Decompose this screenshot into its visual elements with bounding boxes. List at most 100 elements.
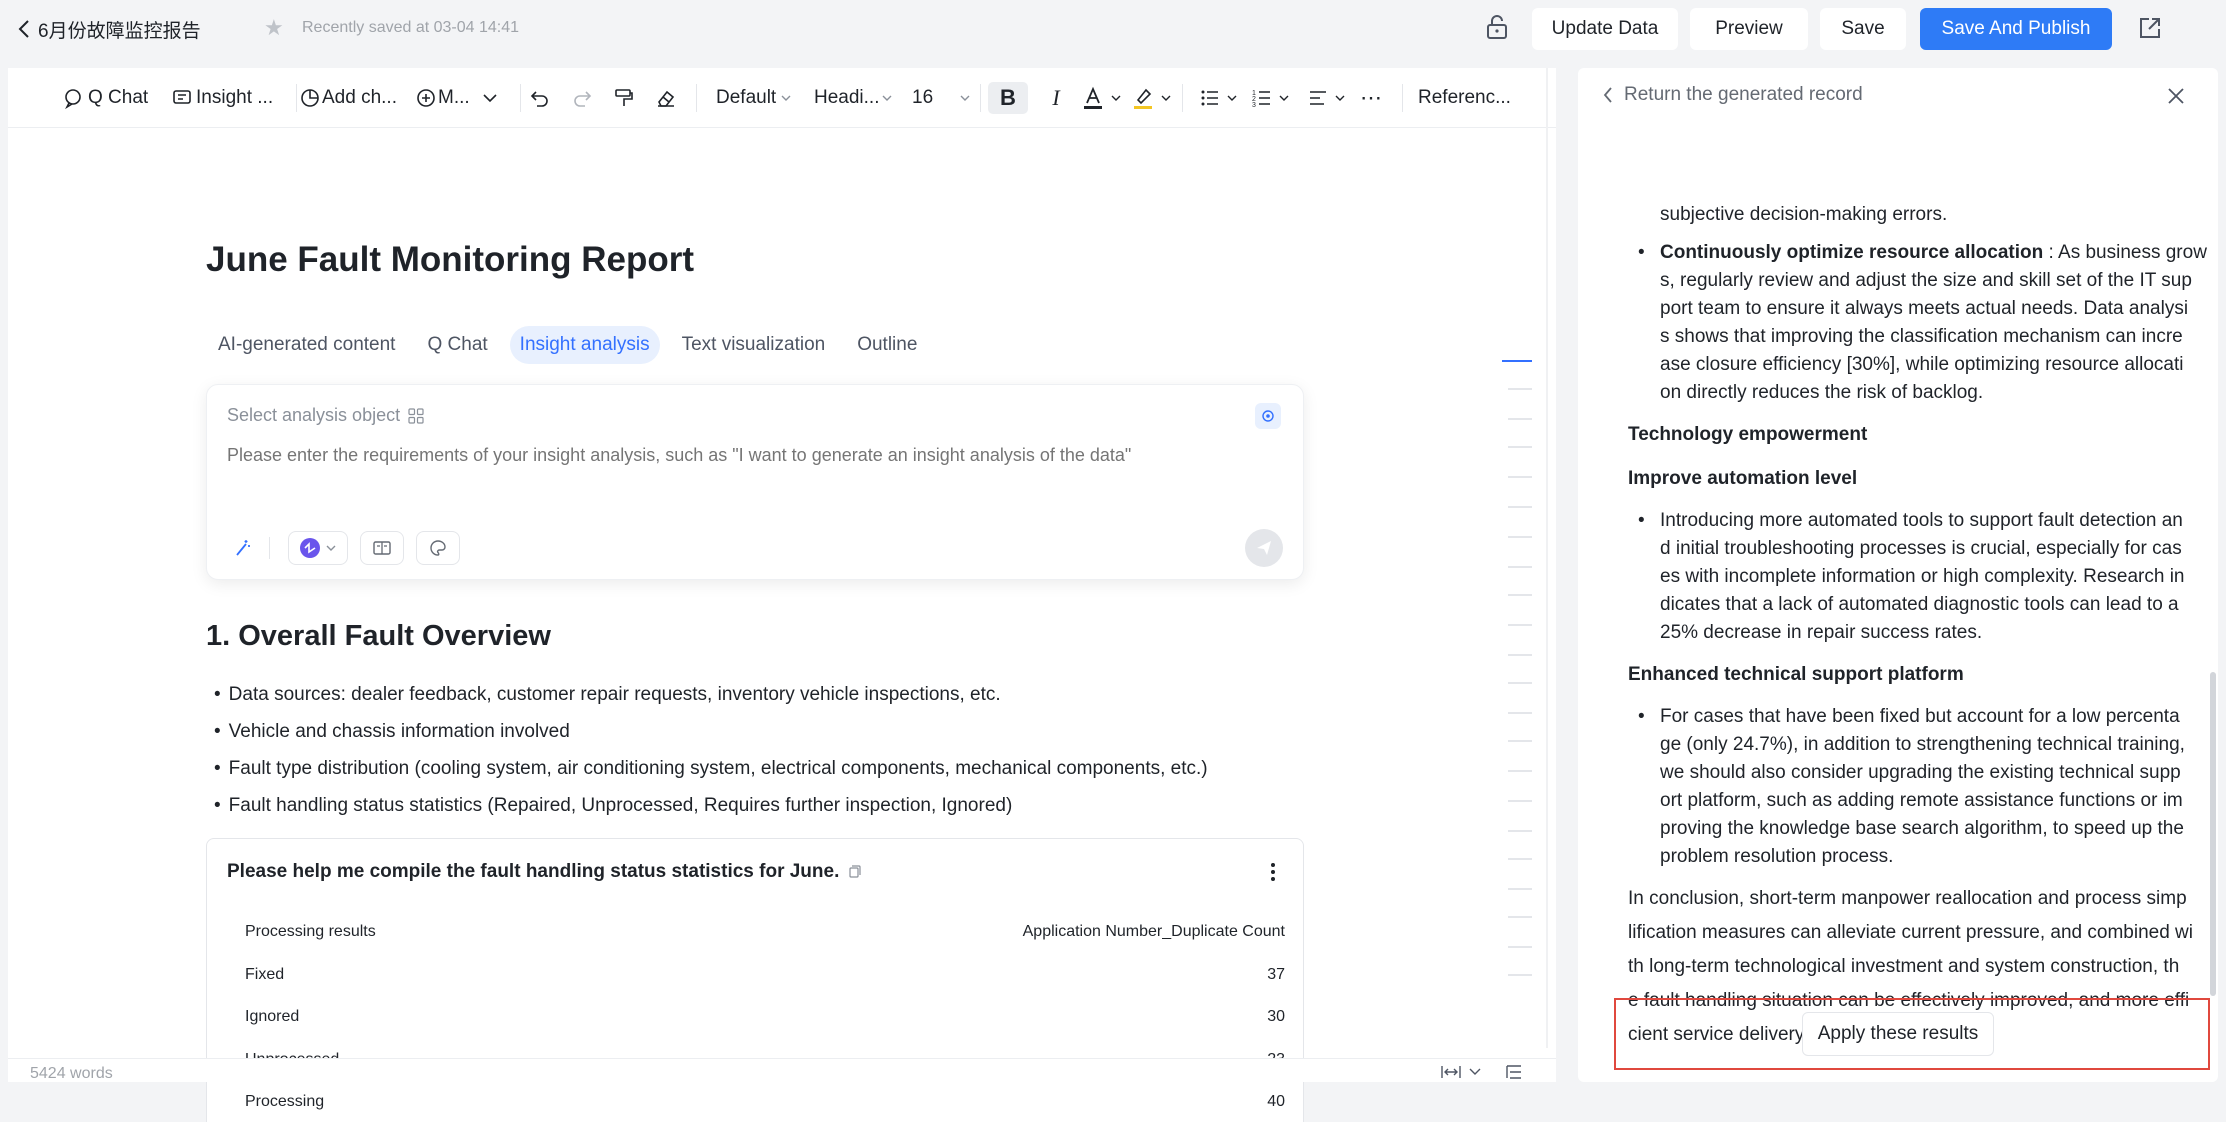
list-item[interactable]: Data sources: dealer feedback, customer … [214, 676, 1208, 713]
panel-scrollbar-thumb[interactable] [2210, 672, 2216, 996]
magic-wand-icon[interactable] [227, 531, 257, 565]
insight-requirements-input[interactable] [227, 445, 1287, 466]
select-analysis-object[interactable]: Select analysis object [227, 405, 424, 426]
more-insert-tool[interactable]: M... [414, 82, 500, 114]
tab-ai-generated[interactable]: AI-generated content [208, 326, 405, 364]
align-icon[interactable] [1306, 82, 1346, 114]
insight-tool[interactable]: Insight ... [170, 82, 273, 114]
outline-mark[interactable] [1508, 712, 1532, 714]
outline-mark[interactable] [1508, 740, 1532, 742]
tab-outline[interactable]: Outline [847, 326, 927, 364]
outline-mark[interactable] [1508, 388, 1532, 390]
editor-panel: Q Chat Insight ... Add ch... M... Defaul… [8, 68, 1556, 1122]
document-name[interactable]: 6月份故障监控报告 [38, 16, 201, 43]
outline-mark[interactable] [1508, 974, 1532, 976]
close-icon[interactable] [2164, 84, 2188, 108]
settings-icon[interactable] [1255, 403, 1281, 429]
highlight-icon[interactable] [1132, 82, 1172, 114]
save-button[interactable]: Save [1820, 8, 1906, 50]
chevron-down-icon [1335, 95, 1345, 101]
svg-text:3: 3 [1252, 102, 1256, 109]
outline-mark[interactable] [1508, 770, 1532, 772]
chevron-down-icon[interactable] [1468, 1065, 1482, 1079]
back-chevron-icon[interactable] [12, 16, 36, 42]
insight-card-tools [227, 531, 472, 565]
eraser-icon[interactable] [654, 82, 678, 114]
document-title[interactable]: June Fault Monitoring Report [206, 240, 694, 280]
chevron-left-icon [1603, 87, 1612, 103]
more-insert-label: M... [438, 87, 470, 108]
record-line: s shows that improving the classificatio… [1660, 326, 2183, 347]
outline-mark[interactable] [1508, 418, 1532, 420]
outline-toggle-icon[interactable] [1504, 1063, 1524, 1081]
top-bar: 6月份故障监控报告 ★ Recently saved at 03-04 14:4… [0, 0, 2226, 58]
outline-mark[interactable] [1508, 476, 1532, 478]
tab-text-visualization[interactable]: Text visualization [672, 326, 836, 364]
style-dropdown[interactable]: Default [716, 82, 792, 114]
palette-icon[interactable] [416, 531, 460, 565]
outline-mark[interactable] [1508, 506, 1532, 508]
outline-mark[interactable] [1508, 946, 1532, 948]
chevron-down-icon [781, 95, 791, 101]
outline-mark[interactable] [1508, 536, 1532, 538]
numbered-list-icon[interactable]: 123 [1250, 82, 1290, 114]
star-icon[interactable]: ★ [264, 15, 284, 41]
apply-results-button[interactable]: Apply these results [1802, 1012, 1994, 1056]
plus-circle-icon [417, 89, 435, 107]
q-chat-tool[interactable]: Q Chat [62, 82, 148, 114]
outline-mark[interactable] [1508, 888, 1532, 890]
section-heading[interactable]: 1. Overall Fault Overview [206, 620, 551, 653]
return-generated-record-button[interactable]: Return the generated record [1602, 84, 1863, 106]
list-item[interactable]: Fault type distribution (cooling system,… [214, 750, 1208, 787]
outline-mark[interactable] [1508, 916, 1532, 918]
preview-button[interactable]: Preview [1690, 8, 1808, 50]
lock-icon[interactable] [1484, 14, 1512, 42]
outline-mark[interactable] [1508, 858, 1532, 860]
record-line: d initial troubleshooting processes is c… [1660, 538, 2182, 559]
save-and-publish-button[interactable]: Save And Publish [1920, 8, 2112, 50]
return-label: Return the generated record [1624, 84, 1863, 105]
tab-q-chat[interactable]: Q Chat [417, 326, 497, 364]
insight-label: Insight ... [196, 87, 274, 108]
send-icon[interactable] [1245, 529, 1283, 567]
outline-mark[interactable] [1508, 800, 1532, 802]
book-icon[interactable] [360, 531, 404, 565]
outline-mark[interactable] [1508, 682, 1532, 684]
bold-icon[interactable]: B [988, 82, 1028, 114]
outline-mark[interactable] [1508, 446, 1532, 448]
table-row[interactable]: Ignored 30 [245, 996, 1285, 1039]
font-size-dropdown[interactable]: 16 [912, 82, 971, 114]
share-icon[interactable] [2137, 15, 2165, 43]
table-row[interactable]: Processing 40 [245, 1081, 1285, 1122]
outline-mark[interactable] [1508, 594, 1532, 596]
heading-dropdown[interactable]: Headi... [814, 82, 893, 114]
tab-insight-analysis[interactable]: Insight analysis [509, 326, 660, 364]
separator [1182, 84, 1183, 112]
bullet-list-icon[interactable] [1198, 82, 1238, 114]
editor-scrollbar[interactable] [1546, 68, 1548, 1048]
outline-mark[interactable] [1508, 624, 1532, 626]
model-selector[interactable] [288, 531, 348, 565]
format-painter-icon[interactable] [612, 82, 636, 114]
table-row[interactable]: Fixed 37 [245, 954, 1285, 997]
font-color-icon[interactable] [1082, 82, 1122, 114]
fit-width-icon[interactable] [1440, 1063, 1462, 1081]
more-options-icon[interactable]: ⋯ [1360, 82, 1383, 114]
outline-mark[interactable] [1508, 654, 1532, 656]
table-header-row: Processing results Application Number_Du… [245, 911, 1285, 954]
record-line: on directly reduces the risk of backlog. [1660, 382, 1984, 403]
outline-mark[interactable] [1508, 830, 1532, 832]
copy-icon[interactable] [847, 865, 861, 879]
update-data-button[interactable]: Update Data [1532, 8, 1678, 50]
more-vertical-icon[interactable] [1263, 859, 1283, 885]
outline-mark[interactable] [1508, 566, 1532, 568]
redo-icon[interactable] [570, 82, 594, 114]
italic-icon[interactable]: I [1042, 82, 1070, 114]
outline-mark[interactable] [1502, 360, 1532, 362]
list-item[interactable]: Fault handling status statistics (Repair… [214, 787, 1208, 824]
heading-label: Headi... [814, 87, 880, 108]
add-chart-tool[interactable]: Add ch... [298, 82, 397, 114]
undo-icon[interactable] [528, 82, 552, 114]
list-item[interactable]: Vehicle and chassis information involved [214, 713, 1208, 750]
reference-tool[interactable]: Referenc... [1418, 82, 1511, 114]
